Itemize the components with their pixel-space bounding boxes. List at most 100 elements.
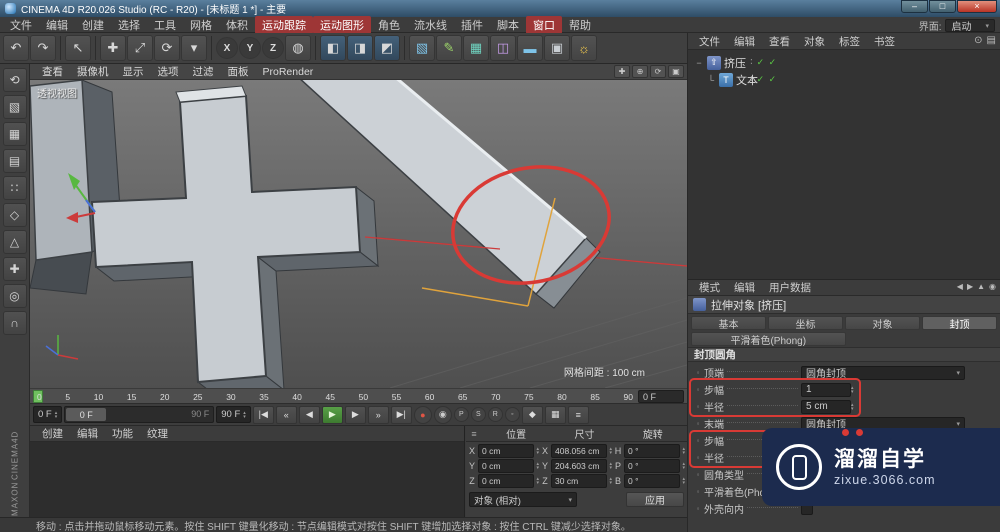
am-menu-mode[interactable]: 模式 bbox=[692, 280, 727, 295]
keying-settings-button[interactable]: ▦ bbox=[544, 405, 566, 424]
workplane-mode-button[interactable]: ▤ bbox=[2, 149, 27, 173]
range-start-handle[interactable]: 0 F bbox=[66, 408, 107, 421]
object-name[interactable]: 挤压 bbox=[724, 55, 746, 71]
goto-end-button[interactable]: ▶| bbox=[390, 405, 412, 424]
size-z-input[interactable]: 30 cm bbox=[551, 474, 608, 488]
menu-motion-tracker[interactable]: 运动跟踪 bbox=[255, 15, 313, 34]
add-light-button[interactable]: ☼ bbox=[571, 35, 597, 61]
viewport-menu-camera[interactable]: 摄像机 bbox=[70, 64, 116, 79]
size-x-input[interactable]: 408.056 cm bbox=[551, 444, 608, 458]
material-menu-create[interactable]: 创建 bbox=[35, 426, 70, 441]
coordinate-system-button[interactable]: ◍ bbox=[285, 35, 311, 61]
keyframe-dot-icon[interactable] bbox=[692, 487, 704, 496]
om-menu-bookmarks[interactable]: 书签 bbox=[867, 34, 902, 49]
lock-icon[interactable]: ◉ bbox=[989, 282, 996, 291]
material-menu-function[interactable]: 功能 bbox=[105, 426, 140, 441]
history-forward-icon[interactable]: ▶ bbox=[967, 282, 973, 291]
om-menu-objects[interactable]: 对象 bbox=[797, 34, 832, 49]
goto-start-button[interactable]: |◀ bbox=[252, 405, 274, 424]
viewport-orbit-icon[interactable]: ⟳ bbox=[650, 65, 666, 78]
tab-phong[interactable]: 平滑着色(Phong) bbox=[691, 332, 846, 347]
end-frame-input[interactable]: 90 F bbox=[216, 406, 251, 423]
keyframe-dot-icon[interactable] bbox=[692, 419, 704, 428]
keyframe-dot-icon[interactable] bbox=[692, 453, 704, 462]
make-editable-button[interactable]: ⟲ bbox=[2, 68, 27, 92]
coordinates-menu-icon[interactable]: ≡ bbox=[466, 429, 482, 439]
timeline-options-button[interactable]: ≡ bbox=[567, 405, 589, 424]
interface-dropdown[interactable]: 启动 ▾ bbox=[945, 19, 995, 33]
menu-file[interactable]: 文件 bbox=[3, 16, 39, 34]
points-mode-button[interactable]: ∷ bbox=[2, 176, 27, 200]
menu-mesh[interactable]: 网格 bbox=[183, 16, 219, 34]
render-view-button[interactable]: ◧ bbox=[320, 35, 346, 61]
keyframe-dot-icon[interactable] bbox=[692, 504, 704, 513]
add-spline-button[interactable]: ✎ bbox=[436, 35, 462, 61]
viewport-zoom-icon[interactable]: ⊕ bbox=[632, 65, 648, 78]
menu-volume[interactable]: 体积 bbox=[219, 16, 255, 34]
expand-icon[interactable]: − bbox=[694, 58, 704, 68]
current-frame-input[interactable]: 0 F bbox=[33, 406, 63, 423]
top-cap-dropdown[interactable]: 圆角封顶 ▾ bbox=[801, 365, 965, 380]
snap-button[interactable]: ∩ bbox=[2, 311, 27, 335]
position-x-input[interactable]: 0 cm bbox=[478, 444, 535, 458]
edges-mode-button[interactable]: ◇ bbox=[2, 203, 27, 227]
viewport-menu-display[interactable]: 显示 bbox=[116, 64, 151, 79]
menu-pipeline[interactable]: 流水线 bbox=[407, 16, 454, 34]
search-icon[interactable]: ⊙ bbox=[974, 35, 982, 46]
material-menu-texture[interactable]: 纹理 bbox=[140, 426, 175, 441]
ruler-frame-box[interactable]: 0 F bbox=[638, 390, 684, 403]
om-menu-edit[interactable]: 编辑 bbox=[727, 34, 762, 49]
om-menu-tags[interactable]: 标签 bbox=[832, 34, 867, 49]
minimize-button[interactable]: – bbox=[901, 0, 928, 13]
menu-edit[interactable]: 编辑 bbox=[39, 16, 75, 34]
keyframe-dot-icon[interactable] bbox=[692, 402, 704, 411]
render-settings-button[interactable]: ◩ bbox=[374, 35, 400, 61]
title-bar[interactable]: CINEMA 4D R20.026 Studio (RC - R20) - [未… bbox=[0, 0, 1000, 17]
viewport-solo-button[interactable]: ◎ bbox=[2, 284, 27, 308]
om-menu-view[interactable]: 查看 bbox=[762, 34, 797, 49]
material-manager[interactable]: 创建 编辑 功能 纹理 bbox=[30, 426, 465, 517]
add-floor-button[interactable]: ▬ bbox=[517, 35, 543, 61]
tab-basic[interactable]: 基本 bbox=[691, 316, 766, 331]
coordinate-space-dropdown[interactable]: 对象 (相对) ▾ bbox=[469, 492, 577, 507]
rotation-b-input[interactable]: 0 ° bbox=[624, 474, 681, 488]
render-picture-viewer-button[interactable]: ◨ bbox=[347, 35, 373, 61]
autokey-button[interactable]: ◉ bbox=[433, 405, 452, 424]
add-camera-button[interactable]: ▣ bbox=[544, 35, 570, 61]
scale-tool-button[interactable]: ⤢ bbox=[127, 35, 153, 61]
history-back-icon[interactable]: ◀ bbox=[957, 282, 963, 291]
keyframe-dot-icon[interactable] bbox=[692, 436, 704, 445]
object-row-text[interactable]: └ T 文本 ∶ ✓ ✓ bbox=[694, 71, 1000, 88]
viewport-scene[interactable] bbox=[30, 80, 687, 388]
record-keyframe-button[interactable]: ● bbox=[413, 405, 432, 424]
viewport[interactable]: 查看 摄像机 显示 选项 过滤 面板 ProRender ✚ ⊕ ⟳ ▣ 透视视… bbox=[30, 64, 687, 388]
visibility-dots-icon[interactable]: ∶ bbox=[750, 74, 753, 85]
record-pla-toggle[interactable]: ◦ bbox=[504, 407, 520, 422]
viewport-menu-options[interactable]: 选项 bbox=[151, 64, 186, 79]
top-radius-input[interactable]: 5 cm bbox=[801, 399, 851, 414]
object-tree[interactable]: − ⇧ 挤压 ∶ ✓ ✓ └ T 文本 ∶ ✓ ✓ bbox=[688, 50, 1000, 280]
record-position-toggle[interactable]: P bbox=[453, 407, 469, 422]
menu-script[interactable]: 脚本 bbox=[490, 16, 526, 34]
enabled-check-icon[interactable]: ✓ ✓ bbox=[757, 57, 778, 68]
play-button[interactable]: ▶ bbox=[321, 405, 343, 424]
am-menu-edit[interactable]: 编辑 bbox=[727, 280, 762, 295]
close-button[interactable]: × bbox=[957, 0, 997, 13]
viewport-menu-filter[interactable]: 过滤 bbox=[186, 64, 221, 79]
viewport-menu-prorender[interactable]: ProRender bbox=[256, 66, 321, 78]
apply-button[interactable]: 应用 bbox=[626, 492, 684, 507]
add-deformer-button[interactable]: ◫ bbox=[490, 35, 516, 61]
add-cube-button[interactable]: ▧ bbox=[409, 35, 435, 61]
lock-z-axis-button[interactable]: Z bbox=[262, 37, 284, 59]
tab-caps[interactable]: 封顶 bbox=[922, 316, 997, 331]
key-selection-button[interactable]: ◆ bbox=[521, 405, 543, 424]
tab-coordinates[interactable]: 坐标 bbox=[768, 316, 843, 331]
lock-x-axis-button[interactable]: X bbox=[216, 37, 238, 59]
section-cap-rounding[interactable]: 封顶圆角 bbox=[688, 347, 1000, 362]
lock-y-axis-button[interactable]: Y bbox=[239, 37, 261, 59]
prev-key-button[interactable]: « bbox=[275, 405, 297, 424]
menu-character[interactable]: 角色 bbox=[371, 16, 407, 34]
keyframe-dot-icon[interactable] bbox=[692, 470, 704, 479]
model-mode-button[interactable]: ▧ bbox=[2, 95, 27, 119]
tab-object[interactable]: 对象 bbox=[845, 316, 920, 331]
